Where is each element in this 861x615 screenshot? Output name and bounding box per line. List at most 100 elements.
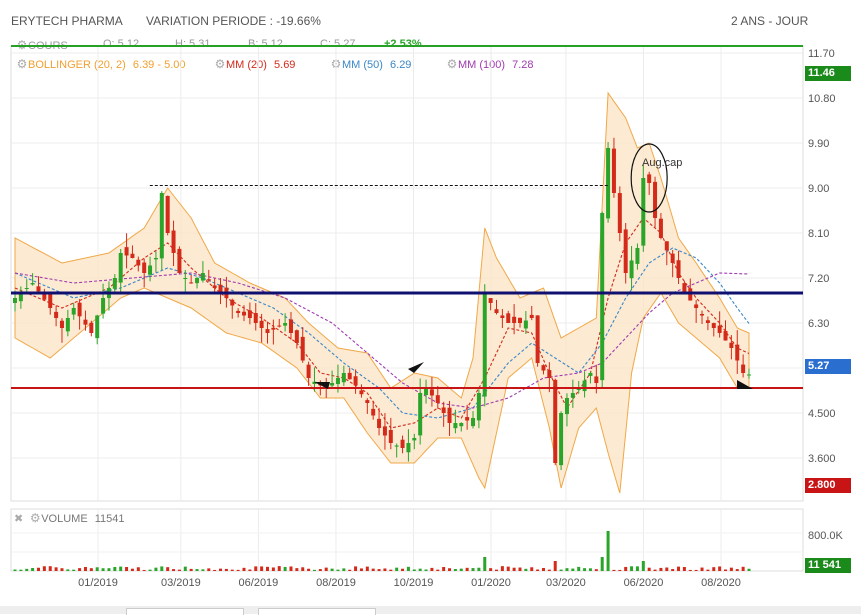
volume-bar <box>224 568 228 571</box>
candle-body <box>259 320 264 328</box>
candle-body <box>242 311 247 316</box>
volume-bar <box>54 567 58 571</box>
candle-body <box>424 388 429 396</box>
volume-bars <box>13 531 751 571</box>
candle-body <box>101 298 106 314</box>
candle-body <box>629 260 634 279</box>
candle-body <box>523 320 528 329</box>
volume-bar <box>518 567 522 571</box>
volume-bar <box>653 569 657 571</box>
volume-bar <box>406 566 410 571</box>
y-tick-label: 11.70 <box>808 48 835 60</box>
y-tick-label: 10.80 <box>808 93 836 105</box>
volume-bar <box>559 569 563 571</box>
candle-body <box>488 298 493 303</box>
y-tick-label: 3.600 <box>808 453 836 465</box>
candle-body <box>494 309 499 313</box>
volume-bar <box>101 568 105 571</box>
volume-bar <box>418 568 422 571</box>
volume-bar <box>72 569 76 571</box>
volume-bar <box>677 566 681 571</box>
volume-tag: 11 541 <box>805 558 851 573</box>
volume-bar <box>700 567 704 571</box>
volume-bar <box>189 568 193 571</box>
volume-bar <box>324 567 328 571</box>
close-icon[interactable]: ✖ <box>14 513 23 525</box>
volume-bar <box>265 566 269 571</box>
volume-bar <box>195 569 199 571</box>
volume-bar <box>136 567 140 571</box>
candle-body <box>735 344 740 361</box>
candle-body <box>553 379 558 463</box>
candle-body <box>541 365 546 371</box>
volume-bar <box>42 566 46 571</box>
volume-bar <box>706 569 710 571</box>
volume-bar <box>230 569 234 571</box>
volume-bar <box>25 568 29 571</box>
candle-body <box>447 407 452 423</box>
candle-body <box>382 426 387 436</box>
gear-icon[interactable]: ⚙ <box>29 511 41 525</box>
candle-body <box>294 330 299 343</box>
volume-bar <box>424 569 428 571</box>
candle-body <box>476 393 481 421</box>
candle-body <box>65 318 70 332</box>
candle-body <box>641 178 646 246</box>
volume-bar <box>442 566 446 571</box>
volume-bar <box>612 569 616 571</box>
volume-bar <box>553 561 557 571</box>
candle-body <box>582 380 587 392</box>
candle-body <box>406 443 411 453</box>
volume-bar <box>712 567 716 571</box>
candle-body <box>600 213 605 381</box>
volume-bar <box>671 569 675 571</box>
candle-body <box>400 439 405 448</box>
candle-body <box>341 373 346 383</box>
candle-body <box>459 423 464 427</box>
candle-body <box>670 253 675 263</box>
candle-body <box>617 193 622 233</box>
volume-bar <box>747 568 751 571</box>
volume-bar <box>541 568 545 571</box>
candle-body <box>570 393 575 398</box>
volume-bar <box>312 569 316 571</box>
x-axis-labels: 01/2019 03/2019 06/2019 08/2019 10/2019 01/20… <box>78 577 741 589</box>
y-tick-label: 6.30 <box>808 318 829 330</box>
volume-bar <box>436 569 440 571</box>
candle-body <box>441 407 446 413</box>
volume-bar <box>348 569 352 571</box>
volume-bar <box>336 569 340 571</box>
volume-bar <box>154 567 158 571</box>
volume-bar <box>248 569 252 571</box>
candle-body <box>247 310 252 318</box>
volume-bar <box>83 566 87 571</box>
candle-body <box>59 320 64 328</box>
volume-bar <box>536 569 540 571</box>
candle-body <box>500 315 505 318</box>
candle-body <box>747 374 751 376</box>
volume-bar <box>741 566 745 571</box>
volume-bar <box>471 568 475 571</box>
volume-bar <box>95 567 99 571</box>
volume-bar <box>371 568 375 571</box>
volume-bar <box>330 568 334 571</box>
volume-bar <box>430 567 434 571</box>
price-chart[interactable]: 11.7010.809.909.008.107.206.305.404.5003… <box>0 0 861 614</box>
volume-bar <box>19 569 23 571</box>
candle-body <box>130 253 135 258</box>
candle-body <box>647 174 652 183</box>
candle-body <box>95 315 100 339</box>
candle-body <box>512 316 517 323</box>
candle-body <box>606 148 611 219</box>
volume-bar <box>107 568 111 571</box>
volume-bar <box>547 569 551 571</box>
volume-bar <box>172 569 176 571</box>
volume-bar <box>577 566 581 571</box>
volume-bar <box>354 566 358 571</box>
volume-bar <box>647 567 651 571</box>
volume-bar <box>694 569 698 571</box>
candle-body <box>153 258 158 260</box>
candle-body <box>347 372 352 380</box>
candle-body <box>653 181 658 218</box>
candle-body <box>24 288 29 289</box>
